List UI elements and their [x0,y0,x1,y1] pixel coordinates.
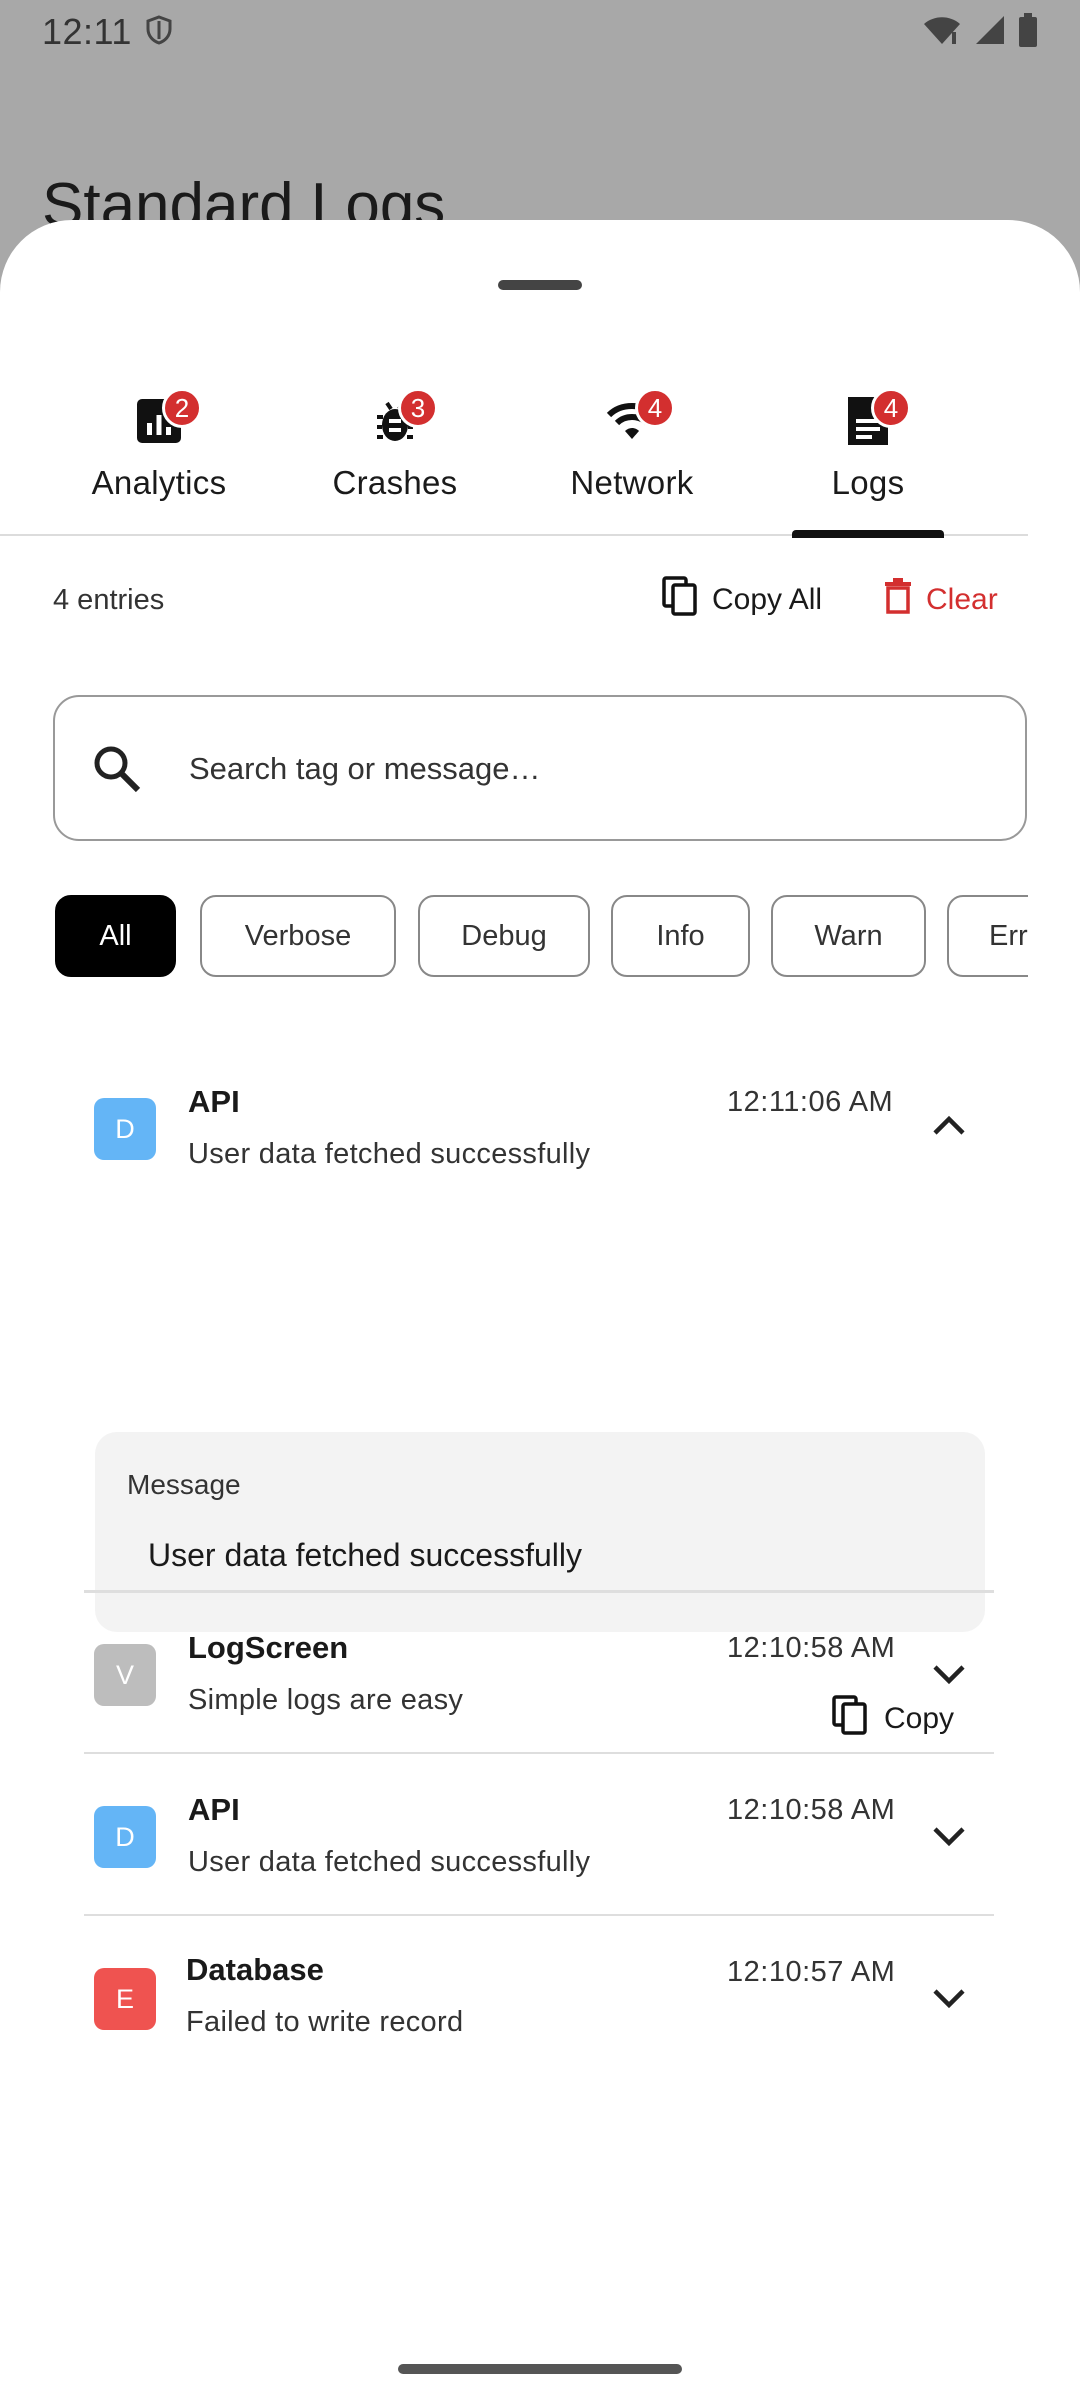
tab-logs[interactable]: 4 Logs [750,360,986,538]
filter-chip-warn[interactable]: Warn [771,895,926,977]
detail-message: User data fetched successfully [148,1537,582,1573]
log-row[interactable]: D API User data fetched successfully 12:… [84,1756,994,1916]
detail-label: Message [127,1469,241,1500]
status-time: 12:11 [42,11,132,52]
tab-badge: 2 [162,388,202,428]
copy-all-button[interactable]: Copy All [662,576,822,624]
copy-all-label: Copy All [712,583,823,616]
search-input[interactable] [189,737,989,801]
drag-handle[interactable] [498,280,582,290]
clear-label: Clear [926,583,998,616]
filter-chip-info[interactable]: Info [611,895,750,977]
search-field[interactable] [53,695,1027,841]
log-row[interactable]: E Database Failed to write record 12:10:… [84,1918,994,2078]
tab-label: Logs [831,464,905,501]
filter-chip-verbose[interactable]: Verbose [200,895,396,977]
log-time: 12:10:58 AM [727,1632,896,1664]
log-time: 12:10:58 AM [727,1794,896,1826]
filter-chip-error[interactable]: Err [947,895,1028,977]
level-badge-error: E [94,1968,156,2030]
level-filter-chips: All Verbose Debug Info Warn Err [55,895,1028,981]
battery-icon [1018,12,1038,52]
chevron-down-icon[interactable] [929,1816,969,1856]
chevron-up-icon[interactable] [929,1106,969,1146]
bug-icon: 3 [368,388,438,448]
divider [84,1752,994,1754]
active-tab-indicator [792,530,944,538]
tab-bar: 2 Analytics 3 Crashes 4 Network 4 Logs [0,360,1028,538]
status-bar: 12:11 [0,0,1080,64]
entries-count: 4 entries [53,583,165,616]
trash-icon [884,578,912,622]
log-message: Failed to write record [186,2006,464,2038]
chevron-down-icon[interactable] [929,1978,969,2018]
wifi-status-icon [922,14,962,51]
tab-badge: 4 [871,388,911,428]
home-indicator[interactable] [398,2364,682,2374]
tab-analytics[interactable]: 2 Analytics [41,360,277,536]
copy-icon [662,576,698,624]
wifi-icon: 4 [605,388,675,448]
divider [84,1590,994,1592]
log-message: User data fetched successfully [188,1138,591,1170]
clear-button[interactable]: Clear [884,578,998,622]
log-tag: LogScreen [188,1630,349,1665]
log-message: Simple logs are easy [188,1684,464,1716]
divider [84,1914,994,1916]
search-icon [91,743,143,800]
log-row[interactable]: V LogScreen Simple logs are easy 12:10:5… [84,1594,994,1754]
tab-label: Network [570,464,694,501]
filter-chip-debug[interactable]: Debug [418,895,590,977]
tab-network[interactable]: 4 Network [514,360,750,536]
tab-label: Crashes [332,464,458,501]
log-tag: Database [186,1952,324,1987]
log-row[interactable]: D API User data fetched successfully 12:… [84,1060,994,1220]
log-tag: API [188,1084,240,1119]
tab-crashes[interactable]: 3 Crashes [277,360,513,536]
bar-chart-icon: 2 [132,388,202,448]
level-badge-debug: D [94,1098,156,1160]
document-icon: 4 [841,388,911,448]
level-badge-debug: D [94,1806,156,1868]
log-time: 12:10:57 AM [727,1956,896,1988]
level-badge-verbose: V [94,1644,156,1706]
log-tag: API [188,1792,240,1827]
log-toolbar: 4 entries Copy All Clear [0,550,1080,650]
shield-icon [146,14,172,50]
tab-badge: 3 [398,388,438,428]
tab-badge: 4 [635,388,675,428]
log-message: User data fetched successfully [188,1846,591,1878]
filter-chip-all[interactable]: All [55,895,176,977]
tab-label: Analytics [91,464,227,501]
log-time: 12:11:06 AM [727,1086,894,1118]
chevron-down-icon[interactable] [929,1654,969,1694]
signal-icon [974,14,1006,51]
